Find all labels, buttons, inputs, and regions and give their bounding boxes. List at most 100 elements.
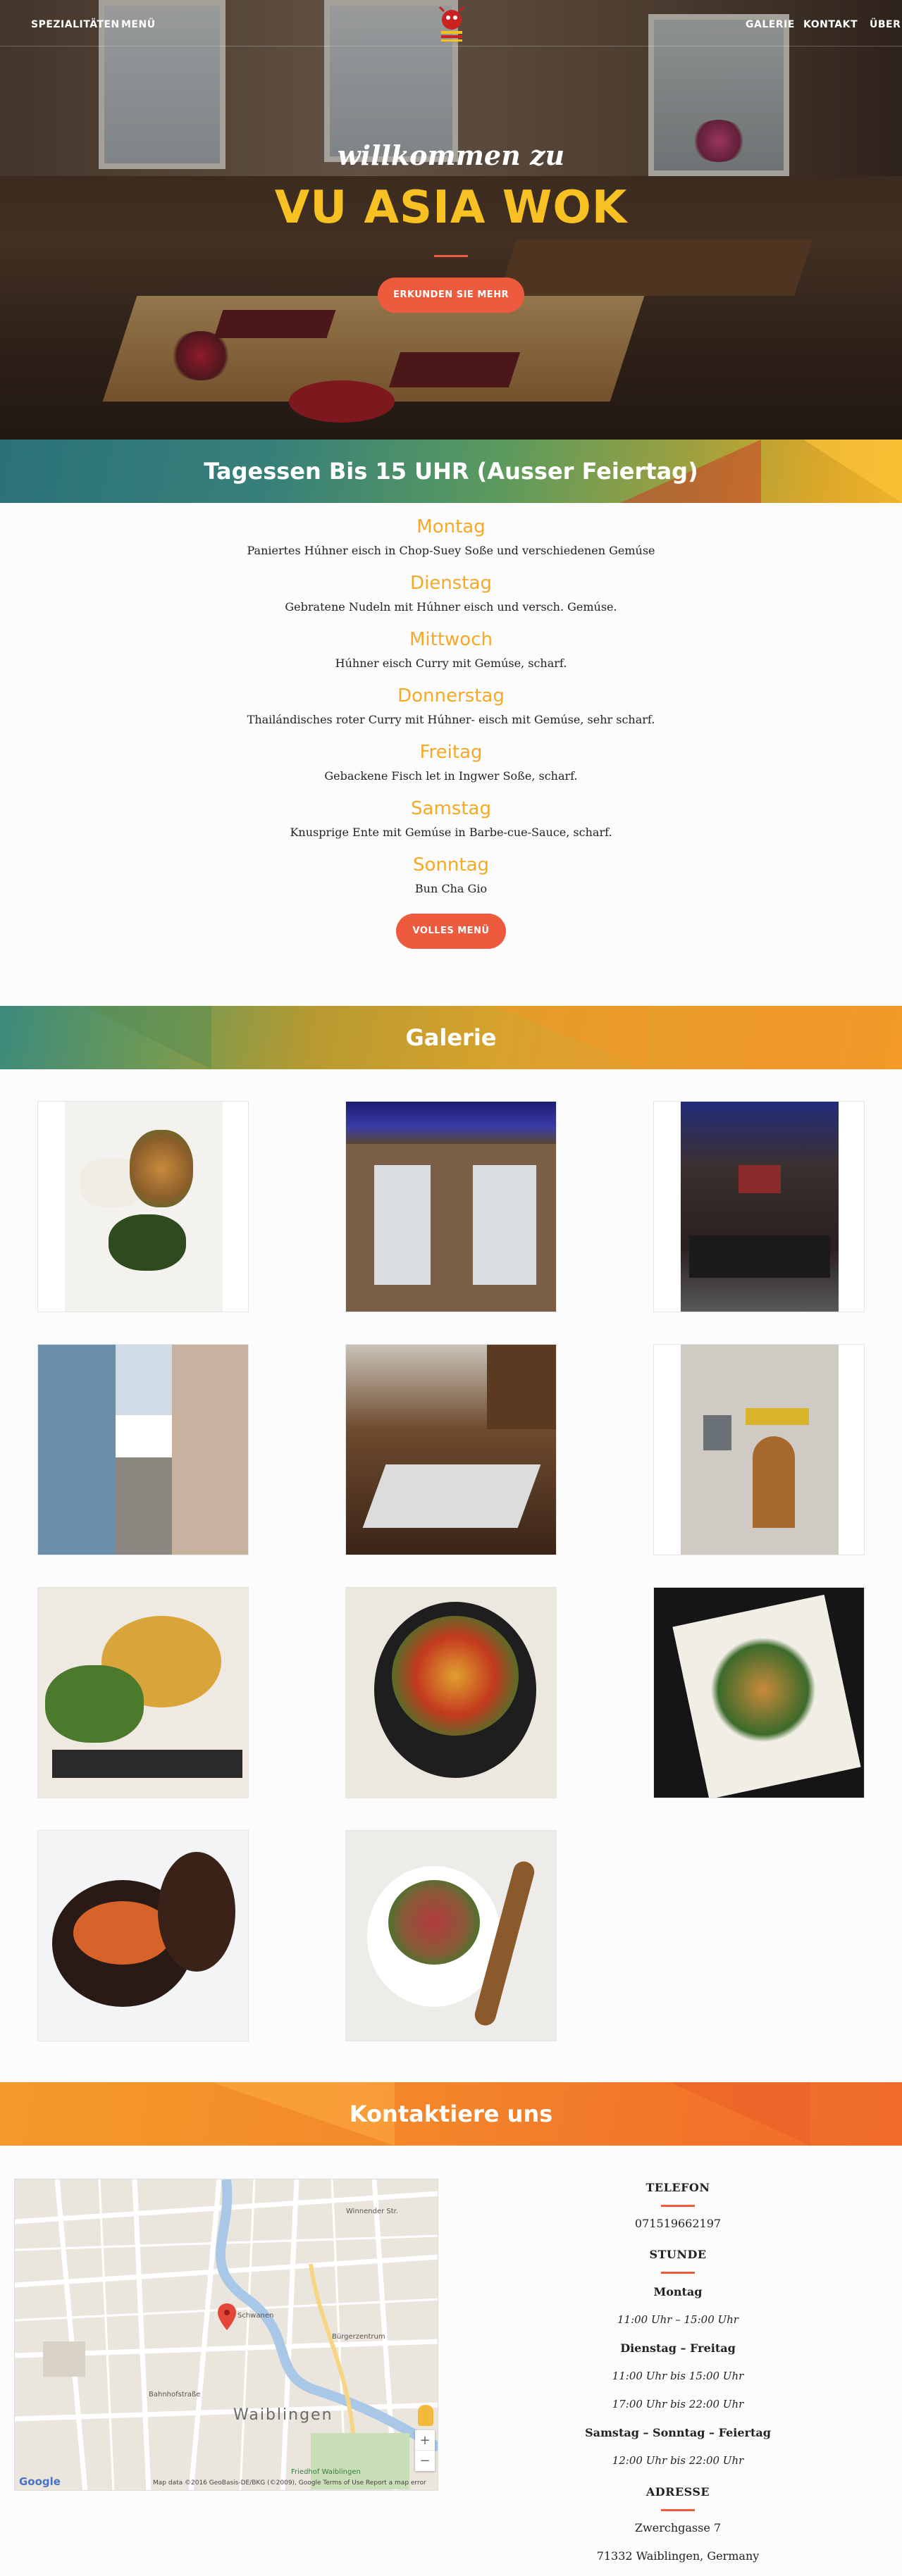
photo-alley [116, 1457, 172, 1555]
photo-lid [158, 1852, 235, 1972]
photo-plate [65, 1102, 223, 1312]
hours-time: 12:00 Uhr bis 22:00 Uhr [612, 2454, 744, 2467]
street-view-pegman-icon[interactable] [418, 2405, 433, 2426]
top-navigation: SPEZIALITÄTEN MENÜ GALERIE KONTAKT ÜBER [0, 0, 902, 46]
gallery-image-tables[interactable] [345, 1344, 557, 1555]
gallery-image-street[interactable] [37, 1344, 249, 1555]
nav-spezialitaeten[interactable]: SPEZIALITÄTEN [31, 19, 120, 30]
divider [661, 2205, 695, 2207]
contact-info: TELEFON 071519662197 STUNDE Montag 11:00… [579, 2181, 777, 2566]
tagessen-banner: Tagessen Bis 15 UHR (Ausser Feiertag) [0, 440, 902, 503]
map-label-street: Bahnhofstraße [149, 2391, 201, 2398]
address-line: Zwerchgasse 7 [634, 2521, 722, 2534]
hours-time: 11:00 Uhr – 15:00 Uhr [617, 2313, 739, 2326]
menu-item: Montag Paniertes Húhner eisch in Chop-S… [0, 513, 902, 569]
nav-menu[interactable]: MENÜ [121, 19, 156, 30]
nav-kontakt[interactable]: KONTAKT [803, 19, 858, 30]
divider [661, 2509, 695, 2511]
gallery-image-interior-window[interactable] [345, 1101, 557, 1312]
hero-section: willkommen zu VU ASIA WOK ERKUNDEN SIE M… [0, 0, 902, 440]
menu-day: Mittwoch [409, 629, 493, 650]
daily-menu-list: Montag Paniertes Húhner eisch in Chop-S… [0, 513, 902, 907]
photo-tables [689, 1236, 830, 1278]
menu-item: Freitag Gebackene Fisch let in Ingwer So… [0, 738, 902, 795]
hours-time: 11:00 Uhr bis 15:00 Uhr [612, 2370, 744, 2382]
photo-food [392, 1616, 519, 1736]
telefon-number[interactable]: 071519662197 [579, 2217, 777, 2234]
full-menu-button[interactable]: VOLLES MENÜ [396, 914, 506, 949]
map-label-friedhof: Friedhof Waiblingen [291, 2468, 361, 2476]
photo-room [681, 1102, 839, 1312]
tagessen-title: Tagessen Bis 15 UHR (Ausser Feiertag) [204, 458, 698, 485]
menu-day: Donnerstag [397, 685, 505, 707]
menu-day: Montag [416, 516, 486, 537]
hours-day: Montag [653, 2285, 703, 2298]
divider [661, 2272, 695, 2274]
photo-greens [109, 1214, 186, 1271]
photo-painting [739, 1165, 781, 1193]
photo-building-left [38, 1345, 116, 1555]
photo-bar [487, 1345, 556, 1429]
photo-window [473, 1165, 536, 1285]
menu-day: Samstag [411, 798, 491, 819]
google-logo: Google [19, 2475, 61, 2488]
hero-divider [434, 255, 468, 257]
kontakt-banner: Kontaktiere uns [0, 2082, 902, 2146]
menu-item: Samstag Knusprige Ente mit Gemúse in Ba… [0, 795, 902, 851]
galerie-banner: Galerie [0, 1006, 902, 1069]
menu-item: Sonntag Bun Cha Gio [0, 851, 902, 907]
hero-welcome-script: willkommen zu [337, 139, 565, 171]
menu-dish: Húhner eisch Curry mit Gemúse, scharf. [335, 657, 567, 670]
photo-sign [746, 1408, 809, 1425]
photo-greens [45, 1665, 144, 1743]
galerie-title: Galerie [405, 1024, 497, 1051]
photo-window [374, 1165, 431, 1285]
map-label-buergerzentrum: Bürgerzentrum [332, 2333, 385, 2341]
menu-day: Freitag [419, 742, 483, 763]
nav-ueber[interactable]: ÜBER [870, 19, 901, 30]
menu-dish: Bun Cha Gio [414, 882, 488, 895]
map-pin-icon[interactable] [218, 2303, 236, 2330]
menu-day: Sonntag [413, 854, 489, 876]
gallery-image-plated-dish[interactable] [653, 1587, 865, 1798]
photo-window [703, 1415, 731, 1450]
photo-noodles [130, 1130, 193, 1207]
photo-door [753, 1436, 795, 1528]
zoom-in-button[interactable]: + [415, 2430, 435, 2451]
photo-placemat [52, 1750, 242, 1778]
restaurant-logo[interactable] [431, 3, 472, 44]
menu-dish: Gebratene Nudeln mit Húhner eisch und v… [285, 600, 617, 614]
photo-tables [362, 1464, 541, 1528]
hours-time: 17:00 Uhr bis 22:00 Uhr [612, 2398, 744, 2410]
adresse-label: ADRESSE [645, 2485, 710, 2499]
explore-button[interactable]: ERKUNDEN SIE MEHR [378, 278, 524, 313]
menu-dish: Thailándisches roter Curry mit Húhner-… [247, 713, 655, 726]
menu-dish: Paniertes Húhner eisch in Chop-Suey Soß… [247, 544, 655, 557]
gallery-image-pho[interactable] [345, 1830, 557, 2041]
photo-food [710, 1637, 816, 1743]
map-attribution[interactable]: Map data ©2016 GeoBasis-DE/BKG (©2009), … [153, 2479, 426, 2487]
map-label-street: Winnender Str. [346, 2208, 399, 2215]
telefon-label: TELEFON [645, 2181, 710, 2194]
google-map[interactable]: Waiblingen Bürgerzentrum Schwanen Friedh… [14, 2179, 438, 2491]
address-line: 71332 Waiblingen, Germany [596, 2549, 760, 2563]
photo-ceiling [346, 1102, 556, 1144]
photo-shrimp [73, 1901, 172, 1965]
gallery-image-dining-room[interactable] [653, 1101, 865, 1312]
hours-day: Samstag – Sonntag – Feiertag [585, 2426, 771, 2439]
gallery-image-stirfry[interactable] [345, 1587, 557, 1798]
menu-item: Donnerstag Thailándisches roter Curry m… [0, 682, 902, 738]
zoom-out-button[interactable]: − [415, 2451, 435, 2471]
gallery-image-pancake[interactable] [37, 1587, 249, 1798]
menu-day: Dienstag [410, 573, 492, 594]
gallery-image-salad[interactable] [37, 1101, 249, 1312]
nav-galerie[interactable]: GALERIE [746, 19, 795, 30]
map-label-schwanen: Schwanen [237, 2312, 274, 2320]
gallery-image-clay-pot[interactable] [37, 1830, 249, 2041]
photo-building-right [172, 1345, 248, 1555]
gallery-image-storefront[interactable] [653, 1344, 865, 1555]
hours-day: Dienstag – Freitag [620, 2341, 736, 2355]
zoom-controls: + − [415, 2430, 435, 2471]
kontakt-title: Kontaktiere uns [349, 2101, 553, 2127]
menu-dish: Knusprige Ente mit Gemúse in Barbe-cue-… [290, 826, 612, 839]
